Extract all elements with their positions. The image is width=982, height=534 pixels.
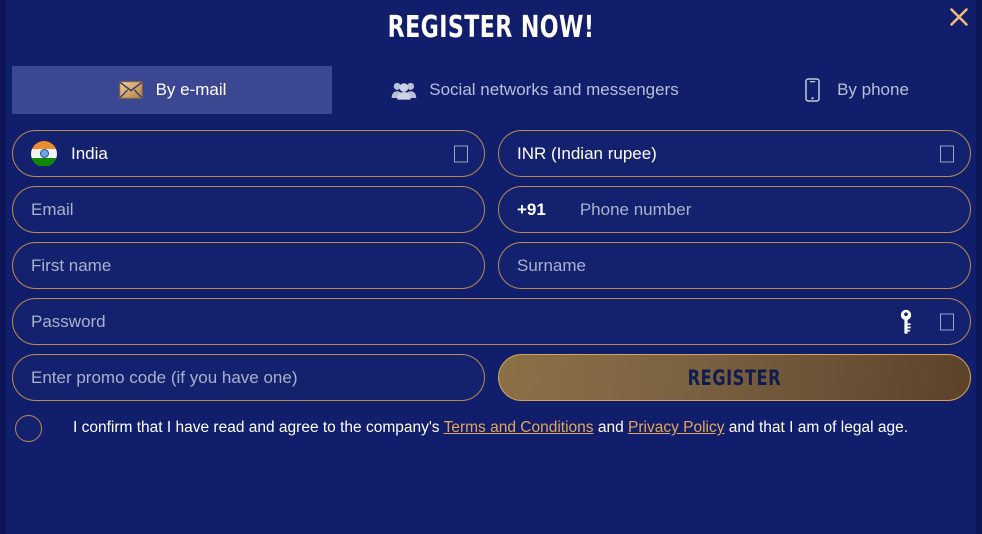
form-row-submit: Enter promo code (if you have one) REGIS… <box>12 354 971 401</box>
tab-by-phone-label: By phone <box>837 80 909 99</box>
consent-text: I confirm that I have read and agree to … <box>73 419 908 438</box>
currency-select[interactable]: INR (Indian rupee) <box>498 130 971 177</box>
registration-method-tabs: By e-mail Social networks and messengers <box>12 66 970 114</box>
chevron-down-icon[interactable] <box>454 145 468 162</box>
consent-text-middle: and <box>593 419 628 437</box>
privacy-policy-link[interactable]: Privacy Policy <box>628 419 724 436</box>
country-select[interactable]: India <box>12 130 485 177</box>
form-row-contact: Email +91 Phone number <box>12 186 971 233</box>
email-input[interactable]: Email <box>12 186 485 233</box>
password-input[interactable]: Password <box>12 298 971 345</box>
password-col: Password <box>12 298 971 345</box>
tab-by-social[interactable]: Social networks and messengers <box>332 66 738 114</box>
tab-by-email[interactable]: By e-mail <box>12 66 332 114</box>
currency-col: INR (Indian rupee) <box>498 130 971 177</box>
phone-col: +91 Phone number <box>498 186 971 233</box>
envelope-icon <box>118 78 144 102</box>
key-icon <box>898 309 914 335</box>
form-row-password: Password <box>12 298 971 345</box>
currency-select-value: INR (Indian rupee) <box>517 143 657 163</box>
consent-text-after: and that I am of legal age. <box>724 419 909 437</box>
first-name-col: First name <box>12 242 485 289</box>
email-col: Email <box>12 186 485 233</box>
country-select-value: India <box>71 143 108 163</box>
close-icon <box>947 5 971 29</box>
first-name-input-placeholder: First name <box>31 255 112 275</box>
right-edge-rail <box>976 0 982 534</box>
phone-input-placeholder: Phone number <box>579 199 692 219</box>
phone-input[interactable]: +91 Phone number <box>498 186 971 233</box>
promo-col: Enter promo code (if you have one) <box>12 354 485 401</box>
promo-code-input-placeholder: Enter promo code (if you have one) <box>31 367 298 387</box>
smartphone-icon <box>799 78 825 102</box>
register-col: REGISTER <box>498 354 971 401</box>
tab-by-email-label: By e-mail <box>155 80 227 99</box>
consent-text-before: I confirm that I have read and agree to … <box>73 419 444 437</box>
terms-and-conditions-link[interactable]: Terms and Conditions <box>444 419 594 436</box>
chevron-down-icon[interactable] <box>940 145 954 162</box>
tab-by-social-label: Social networks and messengers <box>429 80 679 99</box>
registration-form: India INR (Indian rupee) Email +91 Phone… <box>12 130 971 442</box>
phone-dial-code: +91 <box>517 199 546 219</box>
surname-input[interactable]: Surname <box>498 242 971 289</box>
country-col: India <box>12 130 485 177</box>
consent-row: I confirm that I have read and agree to … <box>12 415 970 442</box>
modal-header: REGISTER NOW! <box>0 0 982 62</box>
close-button[interactable] <box>944 2 974 32</box>
password-input-placeholder: Password <box>31 311 106 331</box>
page-title: REGISTER NOW! <box>387 10 595 45</box>
email-input-placeholder: Email <box>31 199 74 219</box>
eye-icon[interactable] <box>940 313 954 330</box>
consent-checkbox[interactable] <box>15 415 42 442</box>
form-row-locale: India INR (Indian rupee) <box>12 130 971 177</box>
register-button[interactable]: REGISTER <box>498 354 971 401</box>
form-row-name: First name Surname <box>12 242 971 289</box>
register-button-label: REGISTER <box>687 365 782 390</box>
surname-col: Surname <box>498 242 971 289</box>
promo-code-input[interactable]: Enter promo code (if you have one) <box>12 354 485 401</box>
india-flag-icon <box>31 140 57 167</box>
people-group-icon <box>391 78 417 102</box>
left-edge-rail <box>0 0 6 534</box>
first-name-input[interactable]: First name <box>12 242 485 289</box>
register-modal: REGISTER NOW! By e-mail Social networks … <box>0 0 982 534</box>
surname-input-placeholder: Surname <box>517 255 586 275</box>
tab-by-phone[interactable]: By phone <box>738 66 970 114</box>
